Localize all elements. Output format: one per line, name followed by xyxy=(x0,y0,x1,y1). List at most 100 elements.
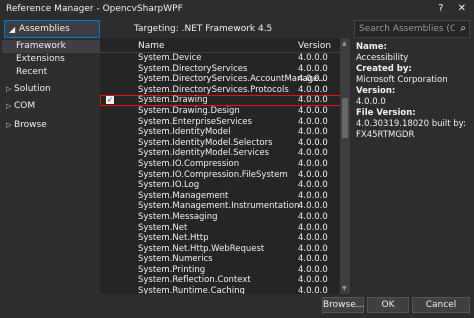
table-row[interactable]: System.IdentityModel.Services 4.0.0.0 xyxy=(100,148,350,159)
top-bar: ◢ Assemblies Targeting: .NET Framework 4… xyxy=(0,20,474,38)
table-row[interactable]: System.IdentityModel 4.0.0.0 xyxy=(100,127,350,138)
assembly-version: 4.0.0.0 xyxy=(298,105,328,116)
table-row[interactable]: System.Management.Instrumentation 4.0.0.0 xyxy=(100,201,350,212)
column-header-name[interactable]: Name xyxy=(138,41,165,51)
assembly-name: System.Drawing.Design xyxy=(138,105,240,116)
detail-created-label: Created by: xyxy=(356,64,412,74)
scroll-up-icon[interactable]: ▲ xyxy=(342,40,347,47)
ok-button[interactable]: OK xyxy=(367,297,409,313)
table-row[interactable]: System.Device 4.0.0.0 xyxy=(100,53,350,64)
sidebar-item-recent[interactable]: Recent xyxy=(16,66,47,79)
table-row[interactable]: System.DirectoryServices 4.0.0.0 xyxy=(100,64,350,75)
detail-filever-value: 4.0.30319.18020 built by: FX45RTMGDR xyxy=(356,119,466,140)
expand-triangle-icon: ◢ xyxy=(9,25,16,34)
table-row[interactable]: ✓ System.Drawing 4.0.0.0 xyxy=(100,95,350,106)
sidebar-item-browse[interactable]: ▷ Browse xyxy=(0,119,100,132)
window-title: Reference Manager - OpencvSharpWPF xyxy=(6,4,183,14)
assembly-version: 4.0.0.0 xyxy=(298,74,328,85)
table-row[interactable]: System.DirectoryServices.AccountManage..… xyxy=(100,74,350,85)
assembly-version: 4.0.0.0 xyxy=(298,222,328,233)
table-row[interactable]: System.IO.Compression.FileSystem 4.0.0.0 xyxy=(100,170,350,181)
detail-version-label: Version: xyxy=(356,86,396,96)
assembly-version: 4.0.0.0 xyxy=(298,116,328,127)
assembly-version: 4.0.0.0 xyxy=(298,63,328,74)
assembly-name: System.Drawing xyxy=(138,95,208,106)
search-icon[interactable]: ⌕ xyxy=(460,23,466,34)
assembly-version: 4.0.0.0 xyxy=(298,233,328,244)
table-row[interactable]: System.IO.Compression 4.0.0.0 xyxy=(100,159,350,170)
assembly-version: 4.0.0.0 xyxy=(298,190,328,201)
assembly-name: System.Messaging xyxy=(138,211,218,222)
sidebar-item-framework[interactable]: Framework xyxy=(2,40,100,53)
sidebar-item-label: COM xyxy=(14,101,36,111)
scroll-thumb[interactable] xyxy=(342,98,348,138)
assembly-version: 4.0.0.0 xyxy=(298,264,328,275)
collapsed-triangle-icon: ▷ xyxy=(6,121,12,129)
detail-version-value: 4.0.0.0 xyxy=(356,97,386,107)
collapsed-triangle-icon: ▷ xyxy=(6,85,12,93)
assembly-name: System.IO.Log xyxy=(138,180,200,191)
details-panel: Name: Accessibility Created by: Microsof… xyxy=(356,42,470,141)
targeting-text: Targeting: .NET Framework 4.5 xyxy=(134,24,273,34)
assemblies-label: Assemblies xyxy=(19,24,70,34)
table-row[interactable]: System.Reflection.Context 4.0.0.0 xyxy=(100,275,350,286)
help-button[interactable]: ? xyxy=(438,3,443,14)
assembly-version: 4.0.0.0 xyxy=(298,275,328,286)
detail-name-value: Accessibility xyxy=(356,53,409,63)
table-row[interactable]: System.DirectoryServices.Protocols 4.0.0.… xyxy=(100,85,350,96)
table-row[interactable]: System.Net 4.0.0.0 xyxy=(100,223,350,234)
sidebar-item-label: Browse xyxy=(14,120,47,130)
cancel-button[interactable]: Cancel xyxy=(412,297,470,313)
detail-created-value: Microsoft Corporation xyxy=(356,75,448,85)
assembly-list: Name Version System.Device 4.0.0.0 System.… xyxy=(100,38,350,294)
list-header: Name Version xyxy=(100,38,350,53)
scroll-down-icon[interactable]: ▼ xyxy=(342,285,347,292)
sidebar: Framework Extensions Recent ▷ Solution ▷… xyxy=(0,38,100,298)
table-row[interactable]: System.Net.Http.WebRequest 4.0.0.0 xyxy=(100,244,350,255)
sidebar-item-label: Framework xyxy=(16,41,66,51)
assembly-version: 4.0.0.0 xyxy=(298,148,328,159)
collapsed-triangle-icon: ▷ xyxy=(6,102,12,110)
sidebar-item-solution[interactable]: ▷ Solution xyxy=(0,83,100,96)
assembly-name: System.IdentityModel xyxy=(138,127,231,138)
assembly-name: System.IO.Compression xyxy=(138,158,240,169)
table-row[interactable]: System.IdentityModel.Selectors 4.0.0.0 xyxy=(100,138,350,149)
table-row[interactable]: System.Drawing.Design 4.0.0.0 xyxy=(100,106,350,117)
assembly-version: 4.0.0.0 xyxy=(298,243,328,254)
assembly-name: System.DirectoryServices xyxy=(138,63,248,74)
close-button[interactable]: ✕ xyxy=(458,3,466,14)
assembly-version: 4.0.0.0 xyxy=(298,84,328,95)
sidebar-item-com[interactable]: ▷ COM xyxy=(0,100,100,113)
button-bar: Browse... OK Cancel xyxy=(0,294,474,318)
search-input[interactable]: Search Assemblies (Ctrl+E ⌕ xyxy=(354,20,470,38)
table-row[interactable]: System.Numerics 4.0.0.0 xyxy=(100,254,350,265)
search-placeholder: Search Assemblies (Ctrl+E xyxy=(359,24,455,34)
table-row[interactable]: System.Net.Http 4.0.0.0 xyxy=(100,233,350,244)
assembly-version: 4.0.0.0 xyxy=(298,286,328,294)
sidebar-item-label: Extensions xyxy=(16,54,65,64)
assembly-name: System.Net xyxy=(138,222,188,233)
assembly-name: System.EnterpriseServices xyxy=(138,116,252,127)
table-row[interactable]: System.Messaging 4.0.0.0 xyxy=(100,212,350,223)
vertical-scrollbar[interactable]: ▲ ▼ xyxy=(340,38,350,294)
assembly-name: System.IdentityModel.Services xyxy=(138,148,270,159)
assembly-version: 4.0.0.0 xyxy=(298,53,328,63)
assembly-name: System.Numerics xyxy=(138,254,213,265)
assembly-name: System.Net.Http xyxy=(138,233,209,244)
detail-filever-label: File Version: xyxy=(356,108,416,118)
table-row[interactable]: System.IO.Log 4.0.0.0 xyxy=(100,180,350,191)
assembly-name: System.Reflection.Context xyxy=(138,275,251,286)
table-row[interactable]: System.Printing 4.0.0.0 xyxy=(100,265,350,276)
browse-button[interactable]: Browse... xyxy=(322,297,364,313)
assembly-version: 4.0.0.0 xyxy=(298,254,328,265)
table-row[interactable]: System.Runtime.Caching 4.0.0.0 xyxy=(100,286,350,294)
assemblies-group-header[interactable]: ◢ Assemblies xyxy=(4,20,100,38)
assembly-version: 4.0.0.0 xyxy=(298,95,328,106)
table-row[interactable]: System.Management 4.0.0.0 xyxy=(100,191,350,202)
title-bar: Reference Manager - OpencvSharpWPF ? ✕ xyxy=(0,0,474,20)
sidebar-item-label: Solution xyxy=(14,84,51,94)
column-header-version[interactable]: Version xyxy=(298,41,331,51)
checkbox-checked-icon[interactable]: ✓ xyxy=(106,96,114,105)
sidebar-item-extensions[interactable]: Extensions xyxy=(16,53,65,66)
table-row[interactable]: System.EnterpriseServices 4.0.0.0 xyxy=(100,117,350,128)
